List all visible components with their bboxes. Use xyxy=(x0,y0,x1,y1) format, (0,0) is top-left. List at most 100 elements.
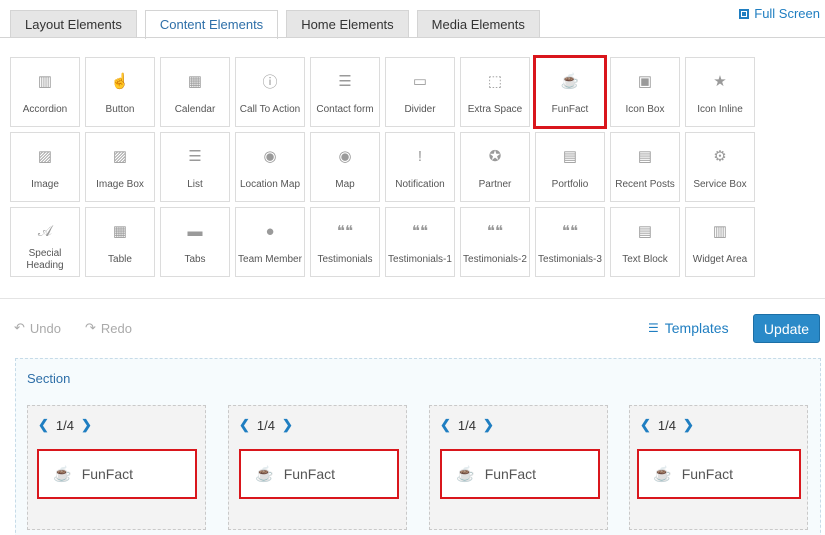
star-box-icon: ▣ xyxy=(637,73,653,90)
chevron-left-icon[interactable]: ❮ xyxy=(440,417,451,433)
font-icon: 𝒜 xyxy=(37,222,53,240)
funfact-block[interactable]: ☕ FunFact xyxy=(37,449,197,499)
chevron-left-icon[interactable]: ❮ xyxy=(239,417,250,433)
award-icon: ✪ xyxy=(488,148,502,165)
element-label: Icon Inline xyxy=(697,103,743,115)
tab-content-elements[interactable]: Content Elements xyxy=(144,10,279,39)
element-testimonials-2[interactable]: ❝❝ Testimonials-2 xyxy=(460,207,530,277)
element-label: Partner xyxy=(478,178,512,190)
full-screen-button[interactable]: Full Screen xyxy=(739,6,820,21)
element-label: Team Member xyxy=(238,253,302,265)
element-button[interactable]: ☝ Button xyxy=(85,57,155,127)
element-tabs[interactable]: ▬ Tabs xyxy=(160,207,230,277)
element-special-heading[interactable]: 𝒜 Special Heading xyxy=(10,207,80,277)
tab-home-elements[interactable]: Home Elements xyxy=(286,10,409,38)
element-label: Notification xyxy=(395,178,445,190)
tab-media-elements[interactable]: Media Elements xyxy=(416,10,540,38)
element-widget-area[interactable]: ▥ Widget Area xyxy=(685,207,755,277)
element-label: Divider xyxy=(404,103,436,115)
coffee-cup-icon: ☕ xyxy=(53,466,72,483)
element-label: Tabs xyxy=(184,253,206,265)
element-contact-form[interactable]: ☰ Contact form xyxy=(310,57,380,127)
element-label: Testimonials-1 xyxy=(388,253,452,265)
funfact-block[interactable]: ☕ FunFact xyxy=(239,449,399,499)
element-testimonials-1[interactable]: ❝❝ Testimonials-1 xyxy=(385,207,455,277)
element-label: Portfolio xyxy=(551,178,589,190)
extra-space-icon: ⬚ xyxy=(487,73,503,90)
element-label: Recent Posts xyxy=(615,178,675,190)
element-map[interactable]: ◉ Map xyxy=(310,132,380,202)
element-text-block[interactable]: ▤ Text Block xyxy=(610,207,680,277)
gear-icon: ⚙ xyxy=(713,148,727,165)
update-button[interactable]: Update xyxy=(753,314,820,343)
element-recent-posts[interactable]: ▤ Recent Posts xyxy=(610,132,680,202)
coffee-cup-icon: ☕ xyxy=(456,466,475,483)
element-partner[interactable]: ✪ Partner xyxy=(460,132,530,202)
element-label: Map xyxy=(335,178,355,190)
element-portfolio[interactable]: ▤ Portfolio xyxy=(535,132,605,202)
column-3[interactable]: ❮ 1/4 ❯ ☕ FunFact xyxy=(429,405,608,530)
element-label: Testimonials-3 xyxy=(538,253,602,265)
list-icon: ☰ xyxy=(648,321,659,335)
element-table[interactable]: ▦ Table xyxy=(85,207,155,277)
redo-label: Redo xyxy=(100,320,132,336)
element-accordion[interactable]: ▥ Accordion xyxy=(10,57,80,127)
element-team-member[interactable]: ● Team Member xyxy=(235,207,305,277)
funfact-block[interactable]: ☕ FunFact xyxy=(637,449,801,499)
element-label: Widget Area xyxy=(692,253,748,265)
form-icon: ☰ xyxy=(338,73,352,90)
chevron-right-icon[interactable]: ❯ xyxy=(483,417,494,433)
info-icon: ⓘ xyxy=(262,73,278,91)
element-icon-inline[interactable]: ★ Icon Inline xyxy=(685,57,755,127)
element-label: List xyxy=(187,178,203,190)
full-screen-label: Full Screen xyxy=(754,6,820,21)
palette-divider xyxy=(0,298,825,299)
chevron-left-icon[interactable]: ❮ xyxy=(38,417,49,433)
element-extra-space[interactable]: ⬚ Extra Space xyxy=(460,57,530,127)
element-label: Location Map xyxy=(239,178,301,190)
element-label: Button xyxy=(105,103,135,115)
element-label: Icon Box xyxy=(625,103,665,115)
column-fraction: 1/4 xyxy=(457,417,476,433)
column-1[interactable]: ❮ 1/4 ❯ ☕ FunFact xyxy=(27,405,206,530)
element-divider[interactable]: ▭ Divider xyxy=(385,57,455,127)
column-fraction: 1/4 xyxy=(256,417,275,433)
element-label: Image xyxy=(31,178,59,190)
element-label: Service Box xyxy=(693,178,747,190)
chevron-right-icon[interactable]: ❯ xyxy=(683,417,694,433)
exclamation-icon: ! xyxy=(417,147,423,165)
templates-button[interactable]: ☰ Templates xyxy=(648,320,729,336)
element-image[interactable]: ▨ Image xyxy=(10,132,80,202)
section-container[interactable]: Section ❮ 1/4 ❯ ☕ FunFact ❮ 1/4 ❯ ☕ FunFact ❮ 1/4 ❯ ☕… xyxy=(15,358,821,535)
element-label: Extra Space xyxy=(467,103,523,115)
element-testimonials-3[interactable]: ❝❝ Testimonials-3 xyxy=(535,207,605,277)
block-label: FunFact xyxy=(81,466,134,482)
portfolio-icon: ▤ xyxy=(562,148,578,165)
element-location-map[interactable]: ◉ Location Map xyxy=(235,132,305,202)
divider-icon: ▭ xyxy=(412,73,428,90)
chevron-left-icon[interactable]: ❮ xyxy=(640,417,651,433)
element-icon-box[interactable]: ▣ Icon Box xyxy=(610,57,680,127)
column-4[interactable]: ❮ 1/4 ❯ ☕ FunFact xyxy=(629,405,808,530)
undo-button[interactable]: ↶ Undo xyxy=(14,320,61,336)
redo-button[interactable]: ↷ Redo xyxy=(85,320,132,336)
element-funfact[interactable]: ☕ FunFact xyxy=(533,55,607,129)
element-list[interactable]: ☰ List xyxy=(160,132,230,202)
element-service-box[interactable]: ⚙ Service Box xyxy=(685,132,755,202)
element-testimonials[interactable]: ❝❝ Testimonials xyxy=(310,207,380,277)
builder-tabs: Layout Elements Content Elements Home El… xyxy=(10,10,548,39)
funfact-block[interactable]: ☕ FunFact xyxy=(440,449,600,499)
chevron-right-icon[interactable]: ❯ xyxy=(282,417,293,433)
element-label: Table xyxy=(108,253,132,265)
element-calendar[interactable]: ▦ Calendar xyxy=(160,57,230,127)
element-notification[interactable]: ! Notification xyxy=(385,132,455,202)
element-label: Testimonials xyxy=(317,253,373,265)
tab-divider xyxy=(0,37,825,38)
section-label: Section xyxy=(27,371,71,386)
element-image-box[interactable]: ▨ Image Box xyxy=(85,132,155,202)
column-2[interactable]: ❮ 1/4 ❯ ☕ FunFact xyxy=(228,405,407,530)
column-header: ❮ 1/4 ❯ xyxy=(239,417,293,433)
element-call-to-action[interactable]: ⓘ Call To Action xyxy=(235,57,305,127)
tab-layout-elements[interactable]: Layout Elements xyxy=(10,10,137,38)
chevron-right-icon[interactable]: ❯ xyxy=(81,417,92,433)
